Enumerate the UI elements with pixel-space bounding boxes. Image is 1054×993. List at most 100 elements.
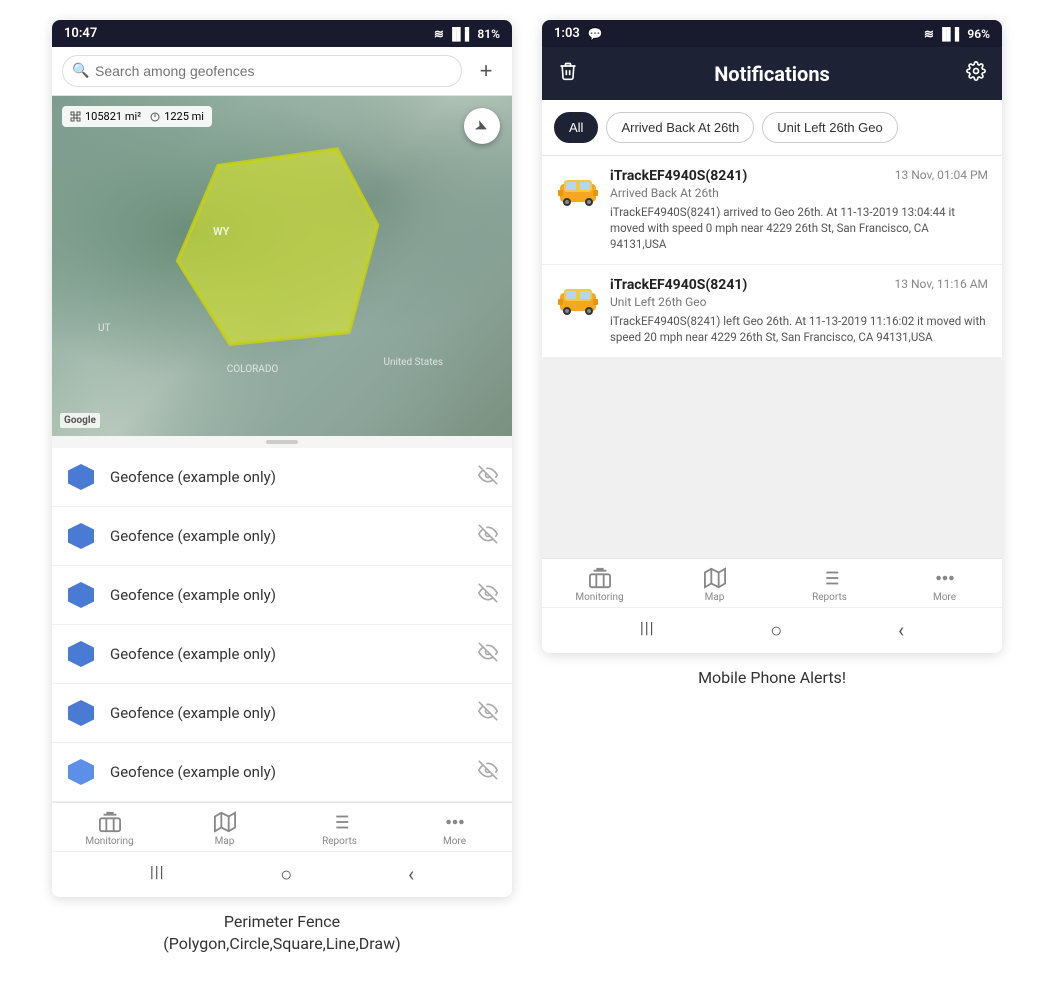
- map-icon: [214, 811, 236, 833]
- geofence-label: Geofence (example only): [110, 468, 478, 486]
- geofence-label: Geofence (example only): [110, 586, 478, 604]
- notification-item[interactable]: iTrackEF4940S(8241) 13 Nov, 01:04 PM Arr…: [542, 156, 1002, 265]
- list-item[interactable]: Geofence (example only): [52, 507, 512, 566]
- nav-monitoring-label: Monitoring: [85, 836, 133, 847]
- bottom-nav-right: Monitoring Map Reports More: [542, 558, 1002, 607]
- battery-right: 96%: [967, 27, 990, 41]
- search-container[interactable]: 🔍: [62, 55, 462, 87]
- list-item[interactable]: Geofence (example only): [52, 625, 512, 684]
- nav-reports[interactable]: Reports: [282, 811, 397, 847]
- eye-off-icon[interactable]: [478, 701, 498, 726]
- geofence-icon: [66, 462, 96, 492]
- eye-off-icon[interactable]: [478, 583, 498, 608]
- signal-icon-right: ▐▌▌: [938, 27, 964, 41]
- android-recent-left[interactable]: |||: [150, 862, 165, 887]
- caption-line2: (Polygon,Circle,Square,Line,Draw): [163, 934, 400, 953]
- notif-top-2: iTrackEF4940S(8241) 13 Nov, 11:16 AM: [610, 277, 988, 293]
- left-caption: Perimeter Fence (Polygon,Circle,Square,L…: [163, 911, 400, 956]
- google-logo: Google: [60, 413, 100, 428]
- compass-icon: ➤: [472, 115, 492, 138]
- android-back-left[interactable]: ‹: [408, 862, 414, 887]
- scroll-indicator: [52, 436, 512, 448]
- android-nav-left: ||| ○ ‹: [52, 851, 512, 897]
- android-recent-right[interactable]: |||: [640, 618, 655, 643]
- search-bar: 🔍 +: [52, 47, 512, 96]
- monitoring-icon-right: [589, 567, 611, 589]
- nav-more-label-right: More: [933, 592, 956, 603]
- wifi-icon: ≋: [434, 27, 444, 41]
- notif-body-2: iTrackEF4940S(8241) left Geo 26th. At 11…: [610, 313, 988, 345]
- android-back-right[interactable]: ‹: [898, 618, 904, 643]
- notif-content-1: iTrackEF4940S(8241) 13 Nov, 01:04 PM Arr…: [610, 168, 988, 252]
- notifications-header: Notifications: [542, 47, 1002, 100]
- nav-map[interactable]: Map: [167, 811, 282, 847]
- nav-monitoring-label-right: Monitoring: [575, 592, 623, 603]
- battery-left: 81%: [477, 27, 500, 41]
- notif-event-2: Unit Left 26th Geo: [610, 295, 988, 309]
- compass-button[interactable]: ➤: [464, 108, 500, 144]
- filter-unit-left[interactable]: Unit Left 26th Geo: [762, 112, 898, 143]
- notif-device-2: iTrackEF4940S(8241): [610, 277, 747, 293]
- geofence-icon: [66, 757, 96, 787]
- status-icons-left: ≋ ▐▌▌ 81%: [434, 27, 500, 41]
- geofence-icon: [66, 580, 96, 610]
- reports-icon-right: [819, 567, 841, 589]
- nav-map-right[interactable]: Map: [657, 567, 772, 603]
- filter-arrived[interactable]: Arrived Back At 26th: [606, 112, 754, 143]
- geofence-icon: [66, 639, 96, 669]
- notif-time-2: 13 Nov, 11:16 AM: [895, 277, 988, 291]
- area-stat: 105821 mi²: [70, 110, 141, 123]
- notif-device-1: iTrackEF4940S(8241): [610, 168, 747, 184]
- eye-off-icon[interactable]: [478, 524, 498, 549]
- list-item[interactable]: Geofence (example only): [52, 448, 512, 507]
- more-icon-right: [934, 567, 956, 589]
- caption-right: Mobile Phone Alerts!: [698, 668, 846, 687]
- android-home-left[interactable]: ○: [280, 862, 292, 887]
- car-icon-2: [556, 277, 600, 321]
- list-item[interactable]: Geofence (example only): [52, 566, 512, 625]
- map-area[interactable]: WY United States COLORADO UT ➤ 105821 mi…: [52, 96, 512, 436]
- nav-more-label: More: [443, 836, 466, 847]
- status-bar-right: 1:03 💬 ≋ ▐▌▌ 96%: [542, 20, 1002, 47]
- notif-top-1: iTrackEF4940S(8241) 13 Nov, 01:04 PM: [610, 168, 988, 184]
- filter-tabs: All Arrived Back At 26th Unit Left 26th …: [542, 100, 1002, 156]
- eye-off-icon[interactable]: [478, 642, 498, 667]
- geofence-label: Geofence (example only): [110, 645, 478, 663]
- add-geofence-button[interactable]: +: [470, 55, 502, 87]
- map-label-us: United States: [383, 357, 443, 368]
- nav-reports-right[interactable]: Reports: [772, 567, 887, 603]
- trash-icon[interactable]: [558, 61, 578, 86]
- eye-off-icon[interactable]: [478, 760, 498, 785]
- list-item[interactable]: Geofence (example only): [52, 743, 512, 802]
- filter-all[interactable]: All: [554, 112, 598, 143]
- nav-monitoring[interactable]: Monitoring: [52, 811, 167, 847]
- chat-icon: 💬: [588, 27, 603, 41]
- right-caption: Mobile Phone Alerts!: [698, 667, 846, 689]
- empty-area: [542, 358, 1002, 558]
- map-label-ut: UT: [98, 323, 110, 334]
- nav-more-right[interactable]: More: [887, 567, 1002, 603]
- geofence-list: Geofence (example only) Geofence (exampl…: [52, 448, 512, 802]
- car-icon-1: [556, 168, 600, 212]
- right-phone: 1:03 💬 ≋ ▐▌▌ 96% Notifications: [542, 20, 1002, 653]
- map-icon-right: [704, 567, 726, 589]
- geofence-icon: [66, 698, 96, 728]
- list-item[interactable]: Geofence (example only): [52, 684, 512, 743]
- search-input[interactable]: [62, 55, 462, 87]
- android-home-right[interactable]: ○: [770, 618, 782, 643]
- bottom-nav-left: Monitoring Map Reports More: [52, 802, 512, 851]
- notif-content-2: iTrackEF4940S(8241) 13 Nov, 11:16 AM Uni…: [610, 277, 988, 345]
- nav-monitoring-right[interactable]: Monitoring: [542, 567, 657, 603]
- eye-off-icon[interactable]: [478, 465, 498, 490]
- map-label-colorado: COLORADO: [227, 364, 278, 375]
- settings-icon[interactable]: [966, 61, 986, 86]
- notification-item[interactable]: iTrackEF4940S(8241) 13 Nov, 11:16 AM Uni…: [542, 265, 1002, 358]
- time-left: 10:47: [64, 26, 97, 41]
- distance-stat: 1225 mi: [149, 110, 204, 123]
- notifications-title: Notifications: [714, 62, 830, 86]
- nav-more[interactable]: More: [397, 811, 512, 847]
- nav-map-label: Map: [215, 836, 235, 847]
- geofence-icon: [66, 521, 96, 551]
- map-background: WY United States COLORADO UT ➤ 105821 mi…: [52, 96, 512, 436]
- android-nav-right: ||| ○ ‹: [542, 607, 1002, 653]
